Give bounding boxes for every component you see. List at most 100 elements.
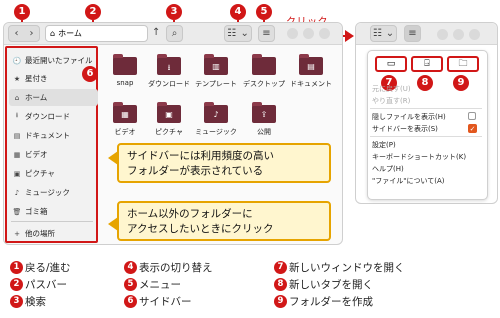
minimize-icon[interactable]	[287, 28, 298, 39]
sidebar-item-other-locations[interactable]: + 他の場所	[12, 225, 55, 242]
marker-9: 9	[453, 75, 469, 91]
back-icon[interactable]: ‹	[15, 28, 19, 39]
marker-4: 4	[230, 4, 246, 20]
menu-settings[interactable]: 設定(P)	[372, 140, 396, 150]
list-view-icon: ☷	[372, 28, 382, 39]
folder-item[interactable]: ▣ ピクチャ	[146, 102, 192, 137]
new-tab-button[interactable]: ⍈	[411, 56, 443, 72]
hamburger-icon: ≡	[408, 28, 417, 39]
document-icon: ▤	[13, 131, 21, 140]
legend-marker: 5	[124, 278, 137, 291]
sidebar-item-pictures[interactable]: ▣ ピクチャ	[12, 165, 55, 182]
legend-item-3: 3 検索	[10, 294, 46, 309]
sidebar-item-recent[interactable]: 🕘 最近開いたファイル	[12, 52, 93, 69]
marker-8: 8	[417, 75, 433, 91]
legend-text: メニュー	[139, 279, 181, 291]
legend-marker: 7	[274, 261, 287, 274]
folder-item[interactable]: ▤ ドキュメント	[288, 54, 334, 89]
callout-line: フォルダーが表示されている	[127, 165, 264, 177]
sidebar-item-starred[interactable]: ★ 星付き	[12, 70, 48, 87]
search-button[interactable]: ⌕	[166, 25, 183, 42]
folder-item[interactable]: デスクトップ	[241, 54, 287, 89]
legend-marker: 9	[274, 295, 287, 308]
legend-item-1: 1 戻る/進む	[10, 260, 71, 275]
menu-divider	[370, 136, 482, 137]
folder-label: ピクチャ	[155, 128, 183, 136]
menu-redo[interactable]: やり直す(R)	[372, 96, 410, 106]
picture-icon: ▣	[13, 169, 21, 178]
show-hidden-checkbox[interactable]	[468, 112, 476, 120]
folder-item[interactable]: snap	[102, 54, 148, 87]
marker-6: 6	[82, 66, 98, 82]
hamburger-icon: ≡	[262, 28, 271, 39]
menu-button[interactable]: ≡	[258, 25, 275, 42]
maximize-icon[interactable]	[453, 29, 464, 40]
sidebar-item-label: 他の場所	[25, 229, 55, 238]
folder-item[interactable]: ▥ テンプレート	[193, 54, 239, 89]
legend-text: 戻る/進む	[25, 262, 71, 274]
clock-icon: 🕘	[12, 56, 22, 65]
legend-marker: 4	[124, 261, 137, 274]
folder-item[interactable]: ⭳ ダウンロード	[146, 54, 192, 89]
new-tab-icon: ⍈	[424, 59, 430, 69]
folder-item[interactable]: ⇪ 公開	[241, 102, 287, 137]
legend-item-7: 7 新しいウィンドウを開く	[274, 260, 405, 275]
template-folder-icon: ▥	[204, 54, 228, 75]
desktop-folder-icon	[252, 54, 276, 75]
menu-about[interactable]: "ファイル"について(A)	[372, 176, 444, 186]
folder-item[interactable]: ▦ ビデオ	[102, 102, 148, 137]
menu-button[interactable]: ≡	[404, 25, 421, 42]
menu-undo[interactable]: 元に戻す(U)	[372, 84, 411, 94]
legend-text: サイドバー	[139, 296, 192, 308]
trash-icon: 🗑	[12, 207, 22, 216]
menu-header: ☷ ⌄ ≡	[356, 23, 497, 45]
video-icon: ▦	[13, 150, 21, 159]
sidebar-item-music[interactable]: ♪ ミュージック	[12, 184, 70, 201]
plus-icon: +	[14, 229, 20, 238]
check-icon: ✓	[469, 124, 476, 133]
view-toggle-button[interactable]: ☷ ⌄	[370, 25, 397, 42]
legend-text: フォルダーを作成	[289, 296, 373, 308]
minimize-icon[interactable]	[437, 29, 448, 40]
path-text: ホーム	[58, 29, 82, 38]
sidebar-divider	[11, 221, 93, 222]
back-forward-group[interactable]: ‹ ›	[8, 25, 40, 42]
folder-item[interactable]: ♪ ミュージック	[193, 102, 239, 137]
sidebar-item-label: ミュージック	[25, 188, 70, 197]
sidebar-item-documents[interactable]: ▤ ドキュメント	[12, 127, 70, 144]
menu-show-sidebar[interactable]: サイドバーを表示(S)	[372, 124, 438, 134]
legend-item-4: 4 表示の切り替え	[124, 260, 213, 275]
legend-marker: 3	[10, 295, 23, 308]
new-window-button[interactable]: ▭	[375, 56, 407, 72]
close-icon[interactable]	[469, 29, 480, 40]
sidebar-item-label: ゴミ箱	[25, 207, 48, 216]
menu-shortcuts[interactable]: キーボードショートカット(K)	[372, 152, 466, 162]
menu-show-hidden[interactable]: 隠しファイルを表示(H)	[372, 112, 446, 122]
chevron-down-icon: ⌄	[240, 28, 249, 39]
view-toggle-button[interactable]: ☷ ⌄	[224, 25, 252, 42]
sidebar-item-downloads[interactable]: ⭳ ダウンロード	[12, 108, 70, 125]
marker-3: 3	[166, 4, 182, 20]
sidebar-item-label: ドキュメント	[25, 131, 70, 140]
search-icon: ⌕	[171, 28, 178, 39]
menu-help[interactable]: ヘルプ(H)	[372, 164, 404, 174]
sidebar-item-trash[interactable]: 🗑 ゴミ箱	[12, 203, 48, 220]
path-bar[interactable]: ⌂ ホーム	[45, 25, 148, 42]
legend-item-9: 9 フォルダーを作成	[274, 294, 373, 309]
header-bar: ‹ › ⌂ ホーム ↑ ⌕ ☷ ⌄ ≡	[4, 23, 342, 45]
folder-label: snap	[116, 79, 134, 87]
music-folder-icon: ♪	[204, 102, 228, 123]
sidebar-item-videos[interactable]: ▦ ビデオ	[12, 146, 48, 163]
close-icon[interactable]	[319, 28, 330, 39]
new-folder-button[interactable]: 🗀	[447, 56, 479, 72]
video-folder-icon: ▦	[113, 102, 137, 123]
legend-marker: 8	[274, 278, 287, 291]
folder-label: デスクトップ	[243, 80, 285, 88]
folder-label: ビデオ	[114, 128, 136, 136]
show-sidebar-checkbox[interactable]: ✓	[468, 124, 477, 133]
sidebar-item-home[interactable]: ⌂ ホーム	[9, 89, 98, 106]
path-arrow-icon[interactable]: ↑	[152, 27, 160, 38]
maximize-icon[interactable]	[303, 28, 314, 39]
callout-line: ホーム以外のフォルダーに	[127, 208, 253, 220]
forward-icon[interactable]: ›	[30, 28, 34, 39]
